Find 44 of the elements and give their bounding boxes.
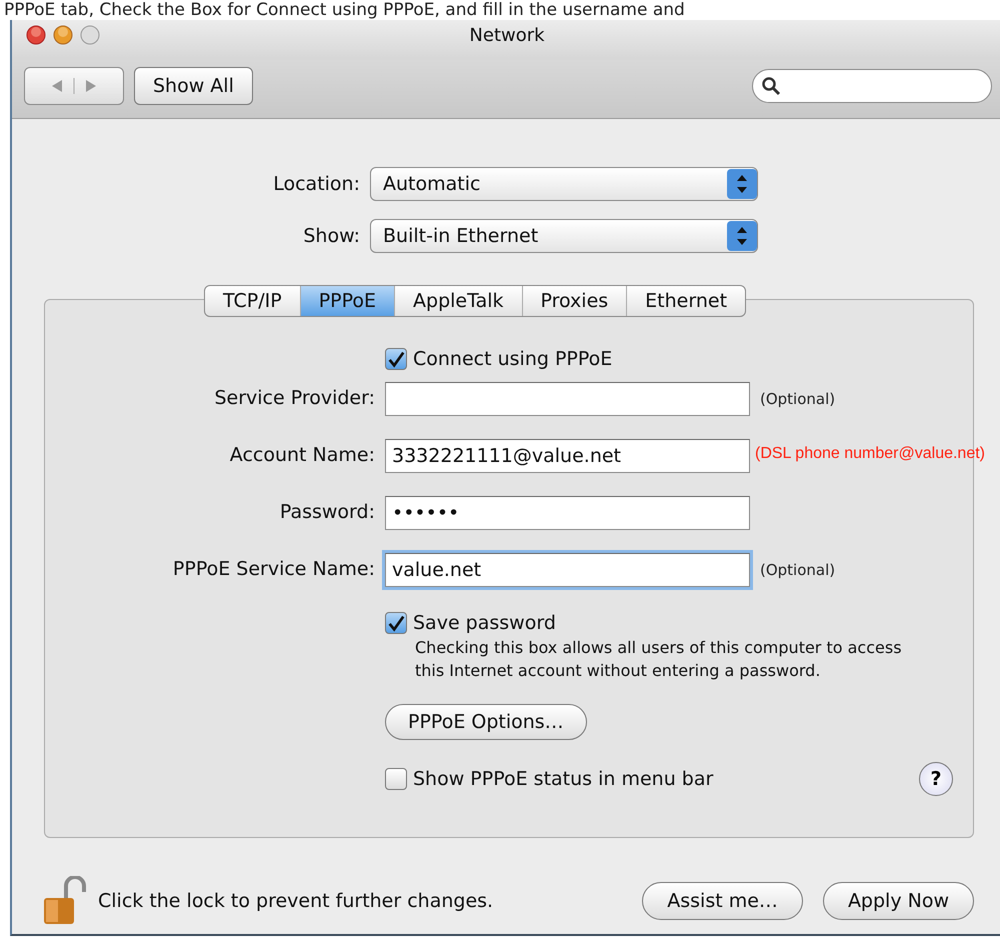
zoom-button[interactable] [80,25,100,45]
checkbox[interactable] [385,768,407,790]
stepper-icon [727,169,757,199]
footer-button[interactable]: Apply Now [822,882,974,920]
tab[interactable]: AppleTalk [395,286,522,316]
input-field[interactable]: •••••• [385,496,750,530]
padlock-icon[interactable] [42,876,88,926]
window-title: Network [469,24,545,46]
help-button[interactable]: ? [919,762,953,796]
checkbox-label: Show PPPoE status in menu bar [413,768,714,790]
checkbox[interactable] [385,348,407,370]
input-field[interactable] [385,382,750,416]
input-field[interactable]: 3332221111@value.net [385,438,750,472]
checkbox-label: Save password [413,612,556,634]
close-button[interactable] [26,25,46,45]
minimize-button[interactable] [53,25,73,45]
checkbox-label: Connect using PPPoE [413,348,612,370]
search-icon [761,76,781,96]
checkbox[interactable] [385,612,407,634]
tab[interactable]: Ethernet [627,286,746,316]
checkmark-icon [386,613,406,633]
options-button[interactable]: PPPoE Options… [385,704,587,740]
search-field[interactable] [752,69,992,103]
tab[interactable]: Proxies [522,286,628,316]
tab[interactable]: PPPoE [300,286,396,316]
popup-label: Show: [302,225,360,247]
stepper-icon [727,221,757,251]
optional-note: (Optional) [760,561,836,579]
popup-label: Location: [272,173,360,195]
footer-button[interactable]: Assist me… [642,882,803,920]
field-label: PPPoE Service Name: [172,557,375,582]
annotation-text: (DSL phone number@value.net) [755,445,985,463]
field-label: Account Name: [228,443,375,468]
checkmark-icon [386,349,406,369]
field-label: Service Provider: [213,386,375,411]
lock-text: Click the lock to prevent further changes. [98,890,494,912]
description-text: Checking this box allows all users of this computer to access this Internet account without entering a password. [415,637,903,682]
show-all-button[interactable]: Show All [134,67,253,105]
back-forward-buttons[interactable] [24,67,124,105]
popup-menu[interactable]: Automatic [370,167,758,201]
optional-note: (Optional) [760,390,836,408]
popup-menu[interactable]: Built-in Ethernet [370,219,758,253]
caption-text: PPPoE tab, Check the Box for Connect using PPPoE, and fill in the username and [3,0,686,20]
field-label: Password: [278,500,375,525]
